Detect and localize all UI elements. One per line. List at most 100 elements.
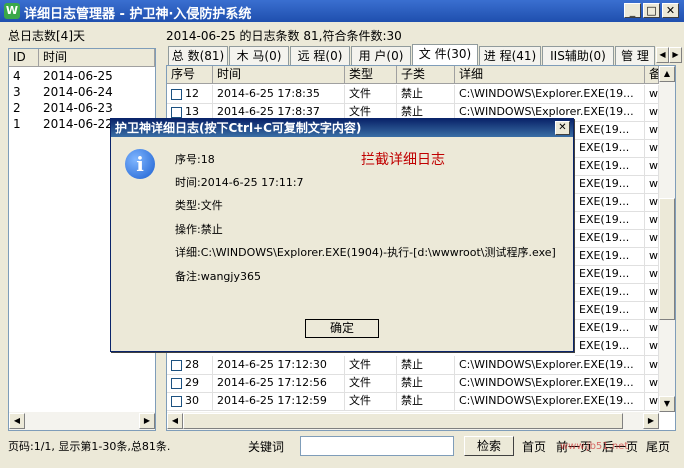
row-note: w xyxy=(645,392,659,411)
row-type: 文件 xyxy=(345,85,397,104)
close-button[interactable]: ✕ xyxy=(662,3,679,18)
table-row[interactable]: EXE(19... w xyxy=(575,157,659,176)
day-id: 1 xyxy=(13,117,21,131)
table-row[interactable]: 30 2014-6-25 17:12:59 文件 禁止 C:\WINDOWS\E… xyxy=(167,392,659,411)
scroll-right-icon[interactable]: ▶ xyxy=(643,413,659,429)
scroll-down-icon[interactable]: ▼ xyxy=(659,396,675,412)
table-row[interactable]: EXE(19... w xyxy=(575,121,659,140)
window-titlebar: W 详细日志管理器 - 护卫神·入侵防护系统 _ □ ✕ xyxy=(0,0,684,22)
table-row[interactable]: 12 2014-6-25 17:8:35 文件 禁止 C:\WINDOWS\Ex… xyxy=(167,85,659,104)
dialog-type: 类型:文件 xyxy=(175,199,223,212)
tab-manage[interactable]: 管 理 xyxy=(615,46,655,65)
table-row[interactable]: EXE(19... w xyxy=(575,193,659,212)
table-row[interactable]: 28 2014-6-25 17:12:30 文件 禁止 C:\WINDOWS\E… xyxy=(167,356,659,375)
row-seq[interactable]: 30 xyxy=(167,392,213,411)
table-row[interactable]: EXE(19... w xyxy=(575,229,659,248)
maximize-button[interactable]: □ xyxy=(643,3,660,18)
row-detail: EXE(19... xyxy=(575,265,645,284)
tab-iis[interactable]: IIS辅助(0) xyxy=(542,46,614,65)
row-seq[interactable]: 29 xyxy=(167,374,213,393)
col-header-note[interactable]: 备 xyxy=(645,66,659,84)
keyword-label: 关键词 xyxy=(248,440,285,454)
col-header-time[interactable]: 时间 xyxy=(39,49,155,67)
dialog-time: 时间:2014-6-25 17:11:7 xyxy=(175,176,304,189)
row-note: w xyxy=(645,103,659,122)
row-checkbox[interactable] xyxy=(171,359,182,371)
search-button[interactable]: 检索 xyxy=(464,436,514,456)
ok-button[interactable]: 确定 xyxy=(305,319,379,338)
col-header-time[interactable]: 时间 xyxy=(213,66,345,84)
row-detail: EXE(19... xyxy=(575,301,645,320)
row-detail: EXE(19... xyxy=(575,121,645,140)
first-page-link[interactable]: 首页 xyxy=(522,438,546,455)
left-hscrollbar[interactable]: ◀ ▶ xyxy=(9,412,155,430)
tab-right-icon[interactable]: ▶ xyxy=(669,47,682,63)
dialog-heading: 拦截详细日志 xyxy=(361,152,445,168)
log-detail-dialog[interactable]: 护卫神详细日志(按下Ctrl+C可复制文字内容) ✕ i 拦截详细日志 序号:1… xyxy=(110,118,574,352)
row-note: w xyxy=(645,139,659,158)
dialog-action: 操作:禁止 xyxy=(175,223,223,236)
last-page-link[interactable]: 尾页 xyxy=(646,438,670,455)
table-row[interactable]: EXE(19... w xyxy=(575,301,659,320)
col-header-seq[interactable]: 序号 xyxy=(167,66,213,84)
col-header-detail[interactable]: 详细 xyxy=(455,66,645,84)
table-hscrollbar[interactable]: ◀ ▶ xyxy=(167,412,659,430)
rows-top: 12 2014-6-25 17:8:35 文件 禁止 C:\WINDOWS\Ex… xyxy=(167,85,659,122)
row-detail: EXE(19... xyxy=(575,175,645,194)
tab-total[interactable]: 总 数(81) xyxy=(168,46,228,65)
list-item[interactable]: 4 2014-06-25 xyxy=(9,68,155,84)
row-checkbox[interactable] xyxy=(171,377,182,389)
day-time: 2014-06-25 xyxy=(43,69,113,83)
hscroll-thumb[interactable] xyxy=(183,413,623,429)
row-detail: EXE(19... xyxy=(575,139,645,158)
scroll-left-icon[interactable]: ◀ xyxy=(167,413,183,429)
row-detail: EXE(19... xyxy=(575,229,645,248)
app-icon: W xyxy=(4,3,20,19)
scroll-left-icon[interactable]: ◀ xyxy=(9,413,25,429)
table-row[interactable]: EXE(19... w xyxy=(575,283,659,302)
tab-remote[interactable]: 远 程(0) xyxy=(290,46,350,65)
tab-process[interactable]: 进 程(41) xyxy=(479,46,541,65)
day-time: 2014-06-24 xyxy=(43,85,113,99)
list-item[interactable]: 3 2014-06-24 xyxy=(9,84,155,100)
dialog-close-button[interactable]: ✕ xyxy=(555,121,570,135)
table-row[interactable]: EXE(19... w xyxy=(575,247,659,266)
dialog-detail: 详细:C:\WINDOWS\Explorer.EXE(1904)-执行-[d:\… xyxy=(175,246,556,259)
tab-file[interactable]: 文 件(30) xyxy=(412,44,478,65)
list-item[interactable]: 2 2014-06-23 xyxy=(9,100,155,116)
day-id: 3 xyxy=(13,85,21,99)
tab-left-icon[interactable]: ◀ xyxy=(656,47,669,63)
watermark: www.jb51.net xyxy=(560,441,629,452)
row-checkbox[interactable] xyxy=(171,106,182,118)
tab-scroller[interactable]: ◀ ▶ xyxy=(656,47,682,63)
row-note: w xyxy=(645,301,659,320)
scroll-thumb[interactable] xyxy=(659,198,675,320)
row-checkbox[interactable] xyxy=(171,88,182,100)
tab-trojan[interactable]: 木 马(0) xyxy=(229,46,289,65)
table-row[interactable]: EXE(19... w xyxy=(575,319,659,338)
table-row[interactable]: 29 2014-6-25 17:12:56 文件 禁止 C:\WINDOWS\E… xyxy=(167,374,659,393)
table-row[interactable]: EXE(19... w xyxy=(575,175,659,194)
col-header-sub[interactable]: 子类 xyxy=(397,66,455,84)
table-row[interactable]: EXE(19... w xyxy=(575,139,659,158)
minimize-button[interactable]: _ xyxy=(624,3,641,18)
table-row[interactable]: EXE(19... w xyxy=(575,211,659,230)
row-time: 2014-6-25 17:12:59 xyxy=(213,392,345,411)
row-seq[interactable]: 12 xyxy=(167,85,213,104)
scroll-right-icon[interactable]: ▶ xyxy=(139,413,155,429)
table-row[interactable]: EXE(19... w xyxy=(575,265,659,284)
row-seq-text: 30 xyxy=(185,394,199,407)
row-seq[interactable]: 28 xyxy=(167,356,213,375)
row-checkbox[interactable] xyxy=(171,395,182,407)
scroll-up-icon[interactable]: ▲ xyxy=(659,66,675,82)
col-header-type[interactable]: 类型 xyxy=(345,66,397,84)
col-header-id[interactable]: ID xyxy=(9,49,39,67)
row-detail: EXE(19... xyxy=(575,283,645,302)
tab-user[interactable]: 用 户(0) xyxy=(351,46,411,65)
row-note: w xyxy=(645,157,659,176)
table-vscrollbar[interactable]: ▲ ▼ xyxy=(659,66,675,412)
row-note: w xyxy=(645,283,659,302)
day-time: 2014-06-23 xyxy=(43,101,113,115)
table-row[interactable]: EXE(19... w xyxy=(575,337,659,356)
keyword-input[interactable] xyxy=(300,436,454,456)
